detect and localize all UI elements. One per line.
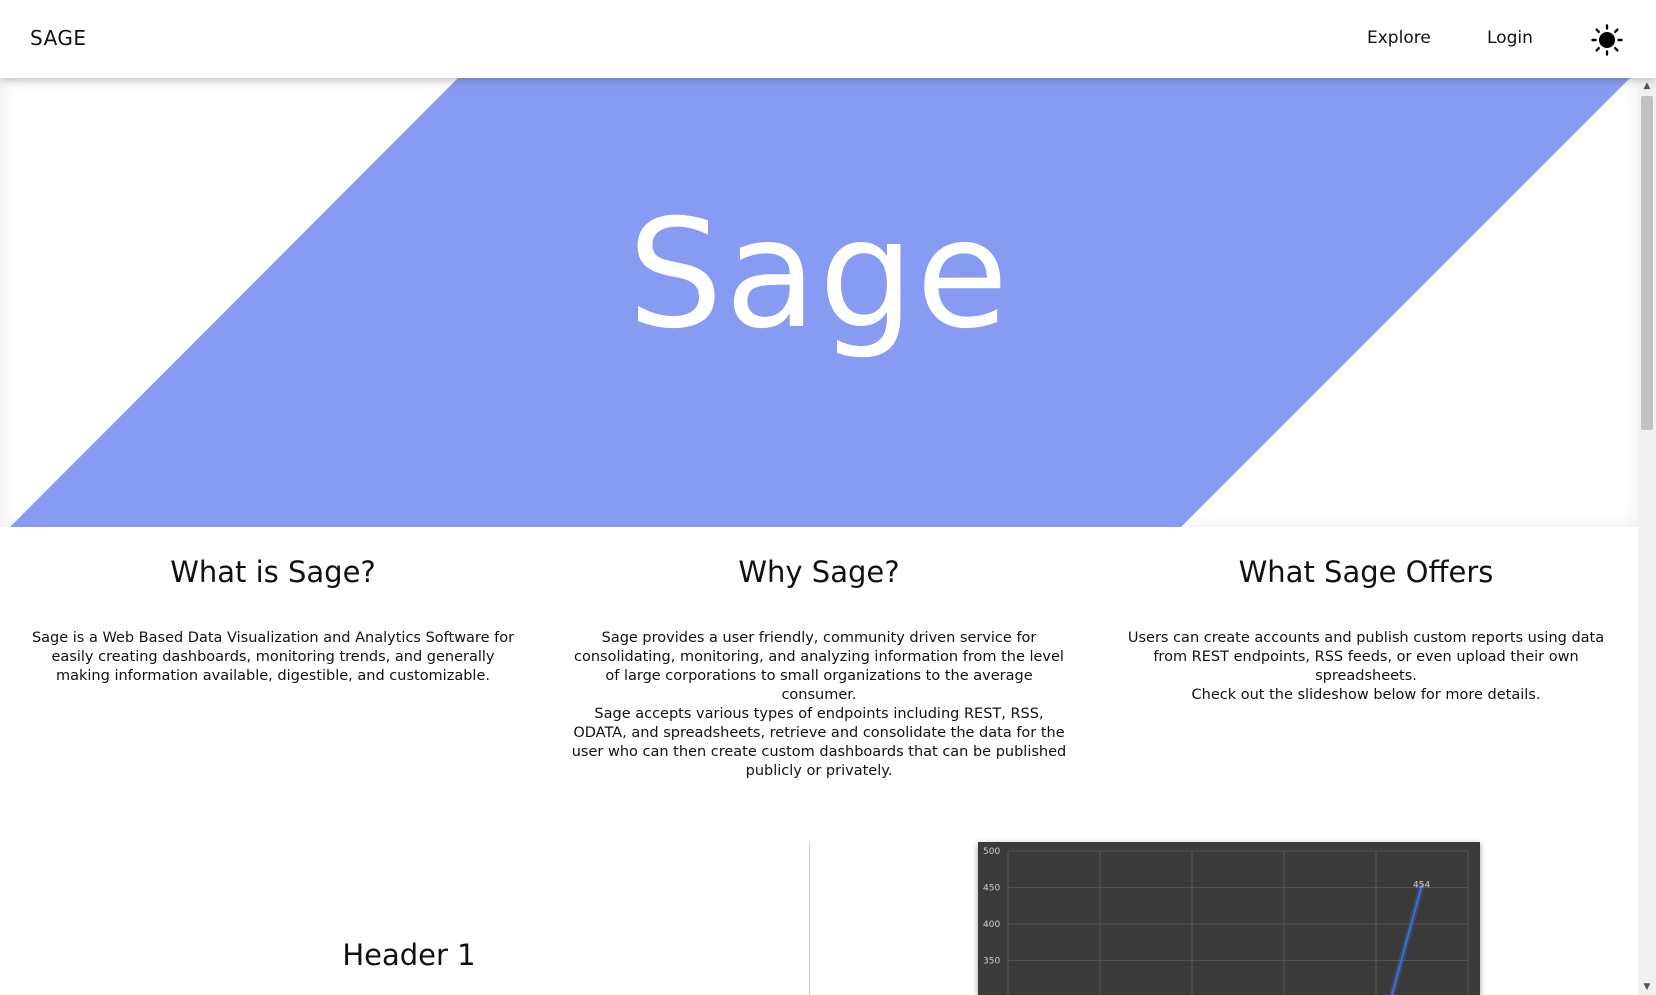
top-navbar: SAGE Explore Login [0, 0, 1656, 78]
y-tick-label: 450 [983, 884, 1000, 894]
slide-header: Header 1 [342, 938, 476, 972]
scroll-up-arrow-icon[interactable]: ▲ [1638, 78, 1656, 94]
column-heading: What Sage Offers [1238, 555, 1494, 589]
y-tick-label: 500 [983, 847, 1000, 857]
column-heading: What is Sage? [170, 555, 376, 589]
scroll-down-arrow-icon[interactable]: ▼ [1638, 979, 1656, 995]
slide-chart: 350 400 450 500 454 [978, 842, 1480, 995]
nav-login-link[interactable]: Login [1487, 28, 1533, 48]
brand-logo[interactable]: SAGE [30, 26, 87, 50]
page: SAGE Explore Login Sage What is Sage? Sa… [0, 0, 1656, 995]
scroll-thumb[interactable] [1641, 96, 1653, 430]
y-tick-label: 350 [983, 957, 1000, 967]
info-column-why: Why Sage? Sage provides a user friendly,… [569, 555, 1069, 781]
page-scrollbar[interactable]: ▲ ▼ [1638, 78, 1656, 995]
sun-icon[interactable] [1591, 24, 1623, 56]
nav-explore-link[interactable]: Explore [1367, 28, 1431, 48]
column-body: Sage provides a user friendly, community… [571, 630, 1067, 779]
y-tick-label: 400 [983, 920, 1000, 930]
column-body: Sage is a Web Based Data Visualization a… [31, 630, 515, 684]
info-column-offers: What Sage Offers Users can create accoun… [1116, 555, 1616, 705]
info-column-what: What is Sage? Sage is a Web Based Data V… [23, 555, 523, 686]
hero-title: Sage [627, 188, 1011, 362]
line-chart: 350 400 450 500 454 [983, 847, 1469, 995]
column-heading: Why Sage? [738, 555, 900, 589]
section-divider [809, 842, 810, 995]
column-body: Users can create accounts and publish cu… [1127, 630, 1605, 703]
data-point-label: 454 [1413, 881, 1430, 891]
hero-banner: Sage [0, 78, 1638, 527]
